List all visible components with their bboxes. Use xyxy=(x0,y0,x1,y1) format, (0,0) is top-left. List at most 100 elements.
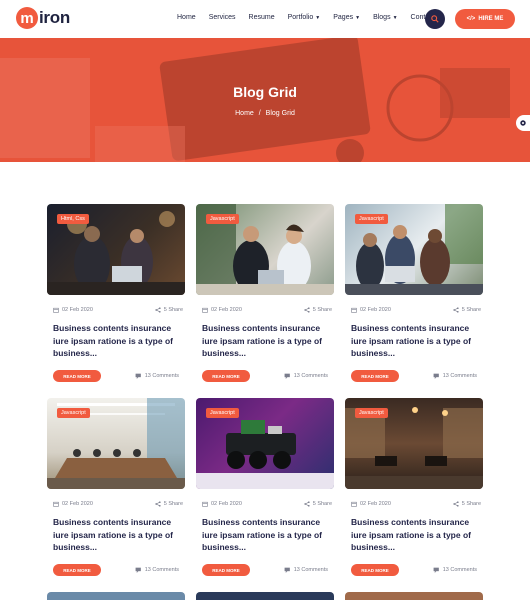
comments-text: 13 Comments xyxy=(144,567,179,573)
share-text: 5 Share xyxy=(312,307,332,313)
comment-count[interactable]: 13 Comments xyxy=(433,567,477,573)
comment-icon xyxy=(135,373,141,379)
post-thumbnail[interactable]: Javascript xyxy=(47,398,185,489)
main-nav: Home Services Resume Portfolio ▼ Pages ▼ B… xyxy=(177,14,448,21)
banner-background-pattern xyxy=(0,38,510,162)
post-thumbnail[interactable]: Html, Css xyxy=(47,204,185,295)
code-icon: </> xyxy=(466,16,476,22)
blog-card: Javascript 02 Feb 2020 5 Share Business … xyxy=(196,204,334,382)
post-title[interactable]: Business contents insurance iure ipsam r… xyxy=(202,516,334,554)
share-icon xyxy=(453,307,459,313)
nav-item-home[interactable]: Home xyxy=(177,14,196,21)
blog-card: Html, Css 02 Feb 2020 5 Share Business c… xyxy=(47,204,185,382)
comments-text: 13 Comments xyxy=(293,567,328,573)
post-date: 02 Feb 2020 xyxy=(53,307,93,313)
category-tag[interactable]: Javascript xyxy=(355,214,388,224)
comment-count[interactable]: 13 Comments xyxy=(135,373,179,379)
post-thumbnail-partial[interactable] xyxy=(47,592,185,600)
share-text: 5 Share xyxy=(461,307,481,313)
share-icon xyxy=(155,501,161,507)
breadcrumb-current: Blog Grid xyxy=(265,110,295,117)
nav-item-pages[interactable]: Pages ▼ xyxy=(333,14,360,21)
nav-label: Resume xyxy=(248,14,275,21)
post-title[interactable]: Business contents insurance iure ipsam r… xyxy=(351,322,483,360)
share-count[interactable]: 5 Share xyxy=(304,501,332,507)
blog-card: Javascript 02 Feb 2020 5 Share Business … xyxy=(345,204,483,382)
post-thumbnail[interactable]: Javascript xyxy=(196,204,334,295)
post-title[interactable]: Business contents insurance iure ipsam r… xyxy=(202,322,334,360)
post-title[interactable]: Business contents insurance iure ipsam r… xyxy=(351,516,483,554)
read-more-button[interactable]: READ MORE xyxy=(351,370,399,382)
comment-count[interactable]: 13 Comments xyxy=(433,373,477,379)
nav-label: Services xyxy=(208,14,236,21)
nav-item-blogs[interactable]: Blogs ▼ xyxy=(373,14,397,21)
category-tag[interactable]: Javascript xyxy=(206,408,239,418)
breadcrumb-separator: / xyxy=(258,110,261,117)
post-meta: 02 Feb 2020 5 Share xyxy=(351,501,481,507)
share-text: 5 Share xyxy=(461,501,481,507)
post-thumbnail-partial[interactable] xyxy=(196,592,334,600)
share-icon xyxy=(304,307,310,313)
comment-count[interactable]: 13 Comments xyxy=(284,373,328,379)
post-meta: 02 Feb 2020 5 Share xyxy=(351,307,481,313)
settings-toggle[interactable] xyxy=(516,115,530,131)
nav-label: Pages xyxy=(333,14,354,21)
read-more-button[interactable]: READ MORE xyxy=(202,564,250,576)
breadcrumb-home[interactable]: Home xyxy=(235,110,254,117)
post-thumbnail[interactable]: Javascript xyxy=(345,398,483,489)
gear-icon xyxy=(520,120,526,126)
post-thumbnail[interactable]: Javascript xyxy=(345,204,483,295)
post-date: 02 Feb 2020 xyxy=(53,501,93,507)
share-count[interactable]: 5 Share xyxy=(155,501,183,507)
caret-down-icon: ▼ xyxy=(392,14,398,21)
category-tag[interactable]: Javascript xyxy=(355,408,388,418)
page-banner: Blog Grid Home / Blog Grid xyxy=(0,38,530,162)
comments-text: 13 Comments xyxy=(293,373,328,379)
share-icon xyxy=(453,501,459,507)
nav-label: Home xyxy=(177,14,196,21)
calendar-icon xyxy=(202,307,208,313)
nav-label: Blogs xyxy=(373,14,391,21)
comments-text: 13 Comments xyxy=(442,373,477,379)
category-tag[interactable]: Javascript xyxy=(57,408,90,418)
share-count[interactable]: 5 Share xyxy=(304,307,332,313)
read-more-button[interactable]: READ MORE xyxy=(53,564,101,576)
comments-text: 13 Comments xyxy=(442,567,477,573)
comment-count[interactable]: 13 Comments xyxy=(135,567,179,573)
share-count[interactable]: 5 Share xyxy=(155,307,183,313)
category-tag[interactable]: Javascript xyxy=(206,214,239,224)
nav-item-services[interactable]: Services xyxy=(209,14,236,21)
post-thumbnail[interactable]: Javascript xyxy=(196,398,334,489)
post-title[interactable]: Business contents insurance iure ipsam r… xyxy=(53,516,185,554)
hire-me-button[interactable]: </> HIRE ME xyxy=(455,9,515,29)
post-meta: 02 Feb 2020 5 Share xyxy=(202,307,332,313)
blog-card: Javascript 02 Feb 2020 5 Share Business … xyxy=(47,398,185,576)
read-more-button[interactable]: READ MORE xyxy=(351,564,399,576)
nav-item-resume[interactable]: Resume xyxy=(249,14,275,21)
nav-label: Portfolio xyxy=(287,14,314,21)
category-tag[interactable]: Html, Css xyxy=(57,214,89,224)
read-more-button[interactable]: READ MORE xyxy=(202,370,250,382)
share-icon xyxy=(155,307,161,313)
post-meta: 02 Feb 2020 5 Share xyxy=(53,307,183,313)
date-text: 02 Feb 2020 xyxy=(62,307,93,313)
blog-card: Javascript 02 Feb 2020 5 Share Business … xyxy=(345,398,483,576)
logo-badge: m xyxy=(16,7,38,29)
date-text: 02 Feb 2020 xyxy=(62,501,93,507)
nav-item-portfolio[interactable]: Portfolio ▼ xyxy=(288,14,321,21)
search-button[interactable] xyxy=(425,9,445,29)
brand-logo[interactable]: m iron xyxy=(16,7,70,29)
post-thumbnail-partial[interactable] xyxy=(345,592,483,600)
share-count[interactable]: 5 Share xyxy=(453,307,481,313)
share-count[interactable]: 5 Share xyxy=(453,501,481,507)
post-title[interactable]: Business contents insurance iure ipsam r… xyxy=(53,322,185,360)
hire-label: HIRE ME xyxy=(478,16,504,22)
date-text: 02 Feb 2020 xyxy=(360,307,391,313)
page-title: Blog Grid xyxy=(233,84,297,100)
date-text: 02 Feb 2020 xyxy=(360,501,391,507)
date-text: 02 Feb 2020 xyxy=(211,501,242,507)
share-text: 5 Share xyxy=(312,501,332,507)
comment-icon xyxy=(284,373,290,379)
read-more-button[interactable]: READ MORE xyxy=(53,370,101,382)
comment-count[interactable]: 13 Comments xyxy=(284,567,328,573)
